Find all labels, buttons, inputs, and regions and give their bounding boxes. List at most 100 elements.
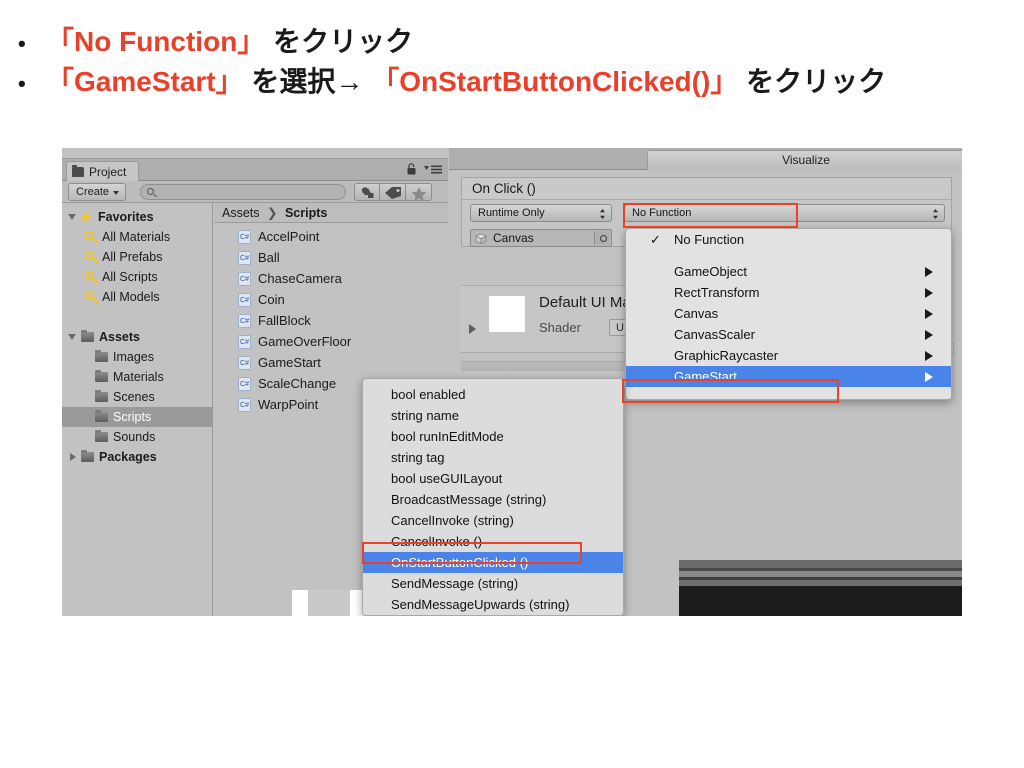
event-entry-row: Runtime Only No Function Canvas <box>462 203 951 247</box>
create-button[interactable]: Create <box>68 183 126 201</box>
star-filter-icon[interactable] <box>406 183 432 201</box>
method-item[interactable]: SendMessage (string) <box>363 573 623 594</box>
shapes-filter-icon[interactable] <box>354 183 380 201</box>
triangle-right-icon <box>925 351 933 361</box>
tree-item-assets[interactable]: Assets <box>62 327 212 347</box>
method-item[interactable]: CancelInvoke () <box>363 531 623 552</box>
folder-icon <box>95 389 108 402</box>
file-name: WarpPoint <box>258 397 319 412</box>
tree-item-packages[interactable]: Packages <box>62 447 212 467</box>
menu-item-canvasscaler[interactable]: CanvasScaler <box>626 324 951 345</box>
search-input[interactable] <box>140 184 346 200</box>
method-item[interactable]: SendMessageUpwards (string) <box>363 594 623 615</box>
folder-icon <box>81 329 94 342</box>
menu-item-no-function[interactable]: No Function <box>626 229 951 250</box>
search-icon <box>85 291 94 300</box>
tree-item-images[interactable]: Images <box>62 347 212 367</box>
lock-icon[interactable] <box>407 163 416 175</box>
object-picker-icon[interactable] <box>594 231 610 245</box>
runtime-mode-dropdown[interactable]: Runtime Only <box>470 204 612 222</box>
method-item[interactable]: CancelInvoke (string) <box>363 510 623 531</box>
tree-item-label: Materials <box>113 370 164 384</box>
menu-item-canvas[interactable]: Canvas <box>626 303 951 324</box>
function-dropdown[interactable]: No Function <box>624 204 945 222</box>
chevron-down-icon <box>113 191 119 195</box>
file-row[interactable]: C# AccelPoint <box>214 226 448 247</box>
menu-item-graphicraycaster[interactable]: GraphicRaycaster <box>626 345 951 366</box>
tree-item-scripts[interactable]: Scripts <box>62 407 212 427</box>
inspector-tab-strip: Visualize <box>449 148 962 170</box>
menu-item-recttransform[interactable]: RectTransform <box>626 282 951 303</box>
chevron-down-icon[interactable] <box>68 334 76 340</box>
file-row[interactable]: C# Ball <box>214 247 448 268</box>
menu-separator <box>626 250 951 261</box>
menu-item-gameobject[interactable]: GameObject <box>626 261 951 282</box>
menu-item-label: No Function <box>674 232 745 247</box>
tab-visualize-label: Visualize <box>782 153 830 167</box>
csharp-script-icon: C# <box>238 356 251 370</box>
triangle-right-icon <box>925 267 933 277</box>
folder-icon <box>81 449 94 462</box>
breadcrumb: Assets ❯ Scripts <box>214 203 448 223</box>
csharp-script-icon: C# <box>238 293 251 307</box>
tree-item-sounds[interactable]: Sounds <box>62 427 212 447</box>
method-item[interactable]: bool enabled <box>363 384 623 405</box>
chevron-right-icon[interactable] <box>70 453 76 461</box>
tag-filter-icon[interactable] <box>380 183 406 201</box>
updown-arrows-icon <box>933 209 938 219</box>
bullet-2-part-1: 「GameStart」 <box>46 65 244 97</box>
method-item[interactable]: BroadcastMessage (string) <box>363 489 623 510</box>
breadcrumb-current: Scripts <box>284 206 328 220</box>
file-row[interactable]: C# Coin <box>214 289 448 310</box>
tree-item-label: All Materials <box>102 230 171 244</box>
tree-item-materials[interactable]: Materials <box>62 367 212 387</box>
tree-item-all-prefabs[interactable]: All Prefabs <box>62 247 212 267</box>
chevron-down-icon[interactable] <box>68 214 76 220</box>
hamburger-menu-icon[interactable] <box>424 165 442 174</box>
file-name: FallBlock <box>258 313 311 328</box>
menu-item-label: GraphicRaycaster <box>674 348 779 363</box>
triangle-right-icon <box>925 372 933 382</box>
method-item[interactable]: bool runInEditMode <box>363 426 623 447</box>
method-item-onstartbuttonclicked[interactable]: OnStartButtonClicked () <box>363 552 623 573</box>
bullet-1-part-1: 「No Function」 <box>46 26 266 57</box>
tree-item-label: Sounds <box>113 430 156 444</box>
csharp-script-icon: C# <box>238 335 251 349</box>
triangle-right-icon <box>925 309 933 319</box>
tree-item-label: All Prefabs <box>102 250 163 264</box>
method-item[interactable]: string tag <box>363 447 623 468</box>
triangle-right-icon <box>925 288 933 298</box>
file-row[interactable]: C# ChaseCamera <box>214 268 448 289</box>
search-icon <box>85 231 94 240</box>
tree-item-favorites[interactable]: ★ Favorites <box>62 207 212 227</box>
method-item[interactable]: string name <box>363 405 623 426</box>
bullet-list: • 「No Function」 をクリック • 「GameStart」 を選択→… <box>18 22 1008 102</box>
tree-item-label: Scenes <box>113 390 155 404</box>
csharp-script-icon: C# <box>238 314 251 328</box>
menu-item-label: RectTransform <box>674 285 760 300</box>
method-item[interactable]: bool useGUILayout <box>363 468 623 489</box>
file-row[interactable]: C# FallBlock <box>214 310 448 331</box>
tree-item-label: Scripts <box>113 410 152 424</box>
csharp-script-icon: C# <box>238 272 251 286</box>
tree-item-scenes[interactable]: Scenes <box>62 387 212 407</box>
strip-band <box>679 586 962 616</box>
function-dropdown-menu[interactable]: No Function GameObject RectTransform Can… <box>625 228 952 400</box>
triangle-right-icon[interactable] <box>469 324 476 334</box>
tree-item-all-scripts[interactable]: All Scripts <box>62 267 212 287</box>
breadcrumb-root[interactable]: Assets <box>222 206 260 220</box>
tab-visualize[interactable]: Visualize <box>647 150 962 170</box>
file-row[interactable]: C# GameStart <box>214 352 448 373</box>
tree-item-all-models[interactable]: All Models <box>62 287 212 307</box>
onclick-header: On Click () <box>462 178 951 200</box>
tab-project[interactable]: Project <box>66 161 140 181</box>
tree-item-all-materials[interactable]: All Materials <box>62 227 212 247</box>
bullet-2-part-4: をクリック <box>738 65 887 97</box>
menu-item-gamestart[interactable]: GameStart <box>626 366 951 387</box>
file-row[interactable]: C# GameOverFloor <box>214 331 448 352</box>
method-submenu[interactable]: bool enabled string name bool runInEditM… <box>362 378 624 616</box>
star-icon: ★ <box>80 209 93 225</box>
tree-item-label: Packages <box>99 450 157 464</box>
object-reference-field[interactable]: Canvas <box>470 229 612 247</box>
material-title: Default UI Mat <box>539 294 635 311</box>
